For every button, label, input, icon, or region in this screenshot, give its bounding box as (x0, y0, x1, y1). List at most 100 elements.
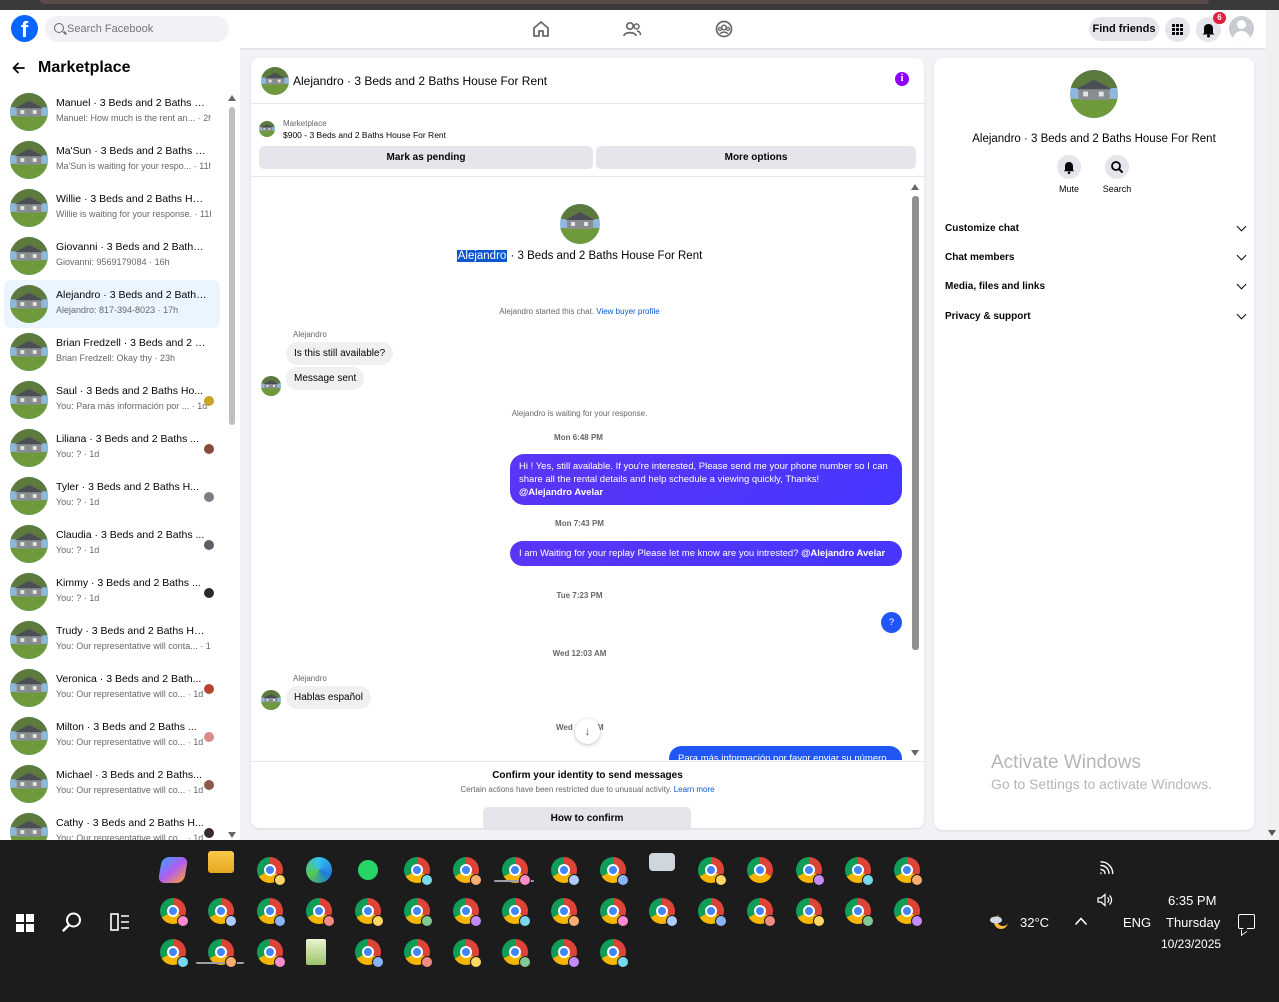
chrome-icon[interactable] (698, 857, 727, 886)
sender-avatar[interactable] (261, 690, 281, 710)
thread-item[interactable]: Cathy · 3 Beds and 2 Baths H... You: Our … (4, 808, 220, 840)
details-thumbnail[interactable] (1070, 70, 1118, 118)
learn-more-link[interactable]: Learn more (674, 785, 715, 794)
temperature[interactable]: 32°C (1020, 915, 1049, 930)
listing-thumbnail[interactable] (261, 67, 289, 95)
chrome-icon[interactable] (453, 857, 482, 886)
copilot-icon[interactable] (157, 857, 189, 883)
friends-icon[interactable] (621, 18, 643, 40)
thread-item[interactable]: Claudia · 3 Beds and 2 Baths ... You: ? ·… (4, 520, 220, 568)
chrome-icon[interactable] (698, 898, 727, 927)
menu-button[interactable] (1165, 17, 1190, 42)
weather-icon[interactable] (988, 911, 1010, 933)
chrome-icon[interactable] (894, 898, 923, 927)
clock-day[interactable]: Thursday (1166, 915, 1220, 930)
chrome-icon[interactable] (257, 898, 286, 927)
chrome-icon[interactable] (600, 857, 629, 886)
chrome-icon[interactable] (453, 939, 482, 968)
back-arrow-icon[interactable] (12, 61, 26, 75)
chrome-icon[interactable] (306, 898, 335, 927)
account-avatar[interactable] (1229, 16, 1254, 41)
chevron-up-icon[interactable] (1074, 916, 1088, 926)
chrome-icon[interactable] (404, 857, 433, 886)
info-icon[interactable]: i (895, 72, 909, 86)
chrome-icon[interactable] (796, 898, 825, 927)
thread-item[interactable]: Alejandro · 3 Beds and 2 Baths ... Alejan… (4, 280, 220, 328)
thread-item[interactable]: Veronica · 3 Beds and 2 Bath... You: Our … (4, 664, 220, 712)
window-scrollbar[interactable] (1266, 10, 1279, 840)
find-friends-button[interactable]: Find friends (1089, 17, 1159, 41)
file-explorer-icon[interactable] (208, 851, 234, 873)
mention[interactable]: @Alejandro Avelar (519, 487, 603, 498)
search-bar[interactable] (45, 16, 229, 42)
chrome-icon[interactable] (845, 857, 874, 886)
language-indicator[interactable]: ENG (1123, 915, 1151, 930)
search-icon[interactable] (61, 911, 83, 933)
clock-date[interactable]: 10/23/2025 (1161, 937, 1221, 951)
chrome-icon[interactable] (257, 939, 286, 968)
chrome-icon[interactable] (355, 939, 384, 968)
incoming-message[interactable]: Message sent (286, 367, 365, 390)
chrome-icon[interactable] (551, 898, 580, 927)
chrome-icon[interactable] (502, 939, 531, 968)
chrome-icon[interactable] (355, 898, 384, 927)
task-view-icon[interactable] (110, 913, 130, 931)
sender-avatar[interactable] (261, 376, 281, 396)
chrome-icon[interactable] (160, 898, 189, 927)
chrome-icon[interactable] (649, 898, 678, 927)
privacy-support-row[interactable]: Privacy & support (945, 308, 1247, 326)
groups-icon[interactable] (713, 18, 735, 40)
how-to-confirm-button[interactable]: How to confirm (483, 807, 691, 828)
chrome-icon[interactable] (551, 857, 580, 886)
wifi-icon[interactable] (1099, 861, 1115, 875)
chrome-icon[interactable] (551, 939, 580, 968)
chrome-icon[interactable] (257, 857, 286, 886)
thread-item[interactable]: Willie · 3 Beds and 2 Baths Hou... Willie… (4, 184, 220, 232)
thread-item[interactable]: Brian Fredzell · 3 Beds and 2 Ba... Brian… (4, 328, 220, 376)
chrome-icon[interactable] (796, 857, 825, 886)
thread-item[interactable]: Saul · 3 Beds and 2 Baths Ho... You: Para… (4, 376, 220, 424)
mark-pending-button[interactable]: Mark as pending (259, 146, 593, 169)
chrome-icon[interactable] (404, 939, 433, 968)
outgoing-message[interactable]: Para más información por favor enviar su… (669, 746, 902, 760)
incoming-message[interactable]: Is this still available? (286, 342, 394, 365)
chrome-icon[interactable] (894, 857, 923, 886)
scroll-to-bottom-button[interactable]: ↓ (575, 719, 600, 744)
thread-item[interactable]: Michael · 3 Beds and 2 Baths... You: Our … (4, 760, 220, 808)
outgoing-message[interactable]: Hi ! Yes, still available. If you're int… (510, 454, 902, 505)
thread-item[interactable]: Trudy · 3 Beds and 2 Baths Hou... You: Ou… (4, 616, 220, 664)
view-buyer-profile-link[interactable]: View buyer profile (596, 307, 659, 316)
edge-icon[interactable] (306, 857, 332, 883)
chrome-icon[interactable] (208, 898, 237, 927)
search-input[interactable] (67, 20, 217, 38)
chrome-icon[interactable] (845, 898, 874, 927)
thread-item[interactable]: Manuel · 3 Beds and 2 Baths H... Manuel: … (4, 88, 220, 136)
thread-item[interactable]: Tyler · 3 Beds and 2 Baths H... You: ? · … (4, 472, 220, 520)
chrome-icon[interactable] (404, 898, 433, 927)
thread-item[interactable]: Giovanni · 3 Beds and 2 Baths ... Giovann… (4, 232, 220, 280)
media-files-links-row[interactable]: Media, files and links (945, 278, 1247, 296)
chrome-icon[interactable] (747, 898, 776, 927)
sidebar-scrollbar[interactable] (228, 93, 236, 838)
home-icon[interactable] (530, 18, 552, 40)
volume-icon[interactable] (1097, 893, 1113, 907)
facebook-logo[interactable]: f (11, 15, 38, 42)
messages-scrollbar[interactable] (911, 182, 920, 756)
thread-item[interactable]: Kimmy · 3 Beds and 2 Baths ... You: ? · 1… (4, 568, 220, 616)
mute-action[interactable]: Mute (1049, 155, 1089, 194)
outgoing-message[interactable]: I am Waiting for your replay Please let … (510, 541, 902, 566)
customize-chat-row[interactable]: Customize chat (945, 220, 1247, 238)
spreadsheet-icon[interactable] (306, 939, 326, 965)
listing-summary[interactable]: Marketplace $900 - 3 Beds and 2 Baths Ho… (251, 112, 924, 142)
clock-time[interactable]: 6:35 PM (1168, 893, 1216, 908)
chrome-icon[interactable] (502, 898, 531, 927)
mention[interactable]: @Alejandro Avelar (801, 548, 885, 559)
whatsapp-icon[interactable] (355, 857, 381, 883)
notification-center-icon[interactable] (1238, 914, 1255, 929)
chrome-icon[interactable] (600, 939, 629, 968)
incoming-message[interactable]: Hablas español (286, 686, 371, 709)
chrome-icon[interactable] (747, 857, 773, 883)
thread-item[interactable]: Milton · 3 Beds and 2 Baths ... You: Our … (4, 712, 220, 760)
keyboard-icon[interactable] (649, 853, 675, 871)
windows-start-icon[interactable] (16, 914, 34, 932)
